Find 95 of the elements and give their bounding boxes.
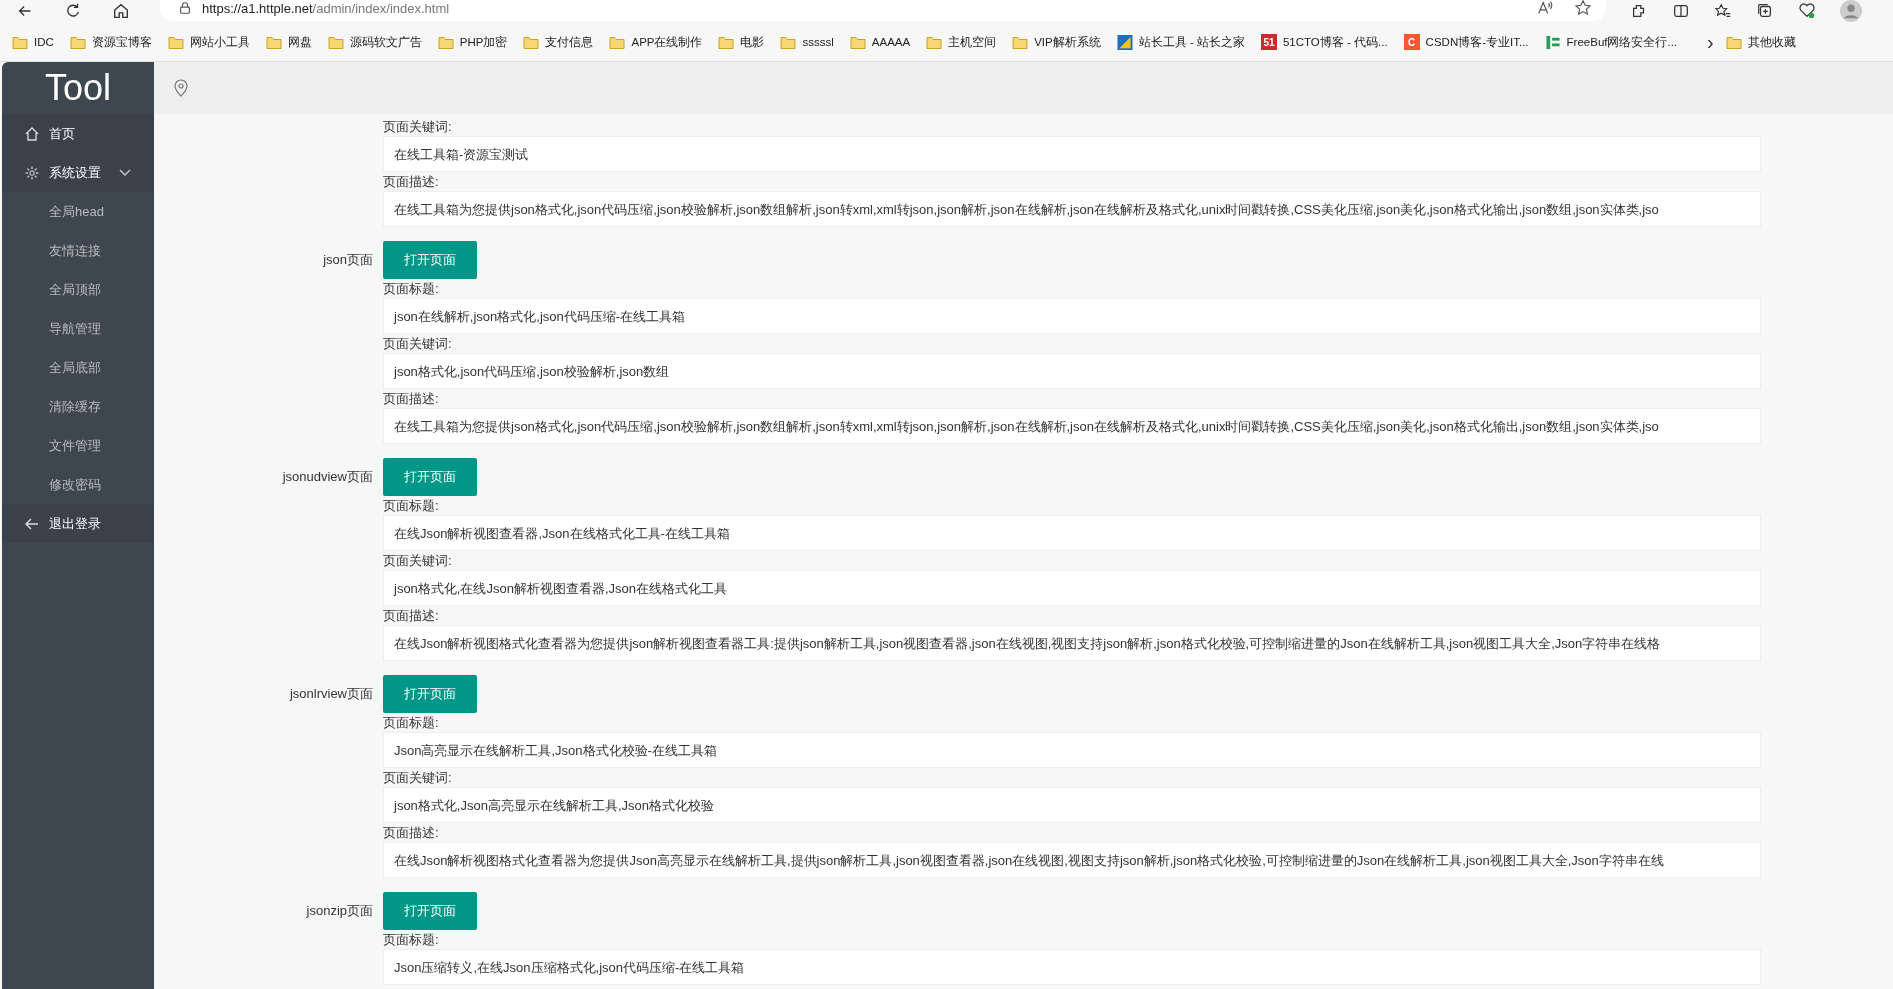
submenu-item[interactable]: 导航管理 (2, 309, 154, 348)
input-field[interactable]: json在线解析,json格式化,json代码压缩-在线工具箱 (383, 298, 1761, 334)
folder-icon (926, 34, 943, 50)
menu-item[interactable]: 系统设置 (2, 153, 154, 192)
bookmark[interactable]: 源码软文广告 (327, 34, 422, 50)
input-field[interactable]: 在线Json解析视图格式化查看器为您提供json解析视图查看器工具:提供json解析工具,json视图查看器,json在线视图,视图支持json解析,json格式化校验,可控制缩进量的Json在线解析工具,json视图工具大全,Json字符串在线格 (383, 625, 1761, 661)
folder-icon (12, 34, 28, 50)
folder-icon (167, 34, 184, 50)
input-field[interactable]: json格式化,json代码压缩,json校验解析,json数组 (383, 353, 1761, 389)
bookmark[interactable]: 网站小工具 (167, 34, 250, 50)
field-label: 页面描述: (383, 173, 440, 191)
refresh-icon[interactable] (64, 2, 82, 20)
menu-item[interactable]: 退出登录 (2, 504, 154, 543)
bookmark[interactable]: PHP加密 (437, 34, 508, 50)
input-field[interactable]: 在线工具箱为您提供json格式化,json代码压缩,json校验解析,json数组解析,json转xml,xml转json,json解析,json在线解析,json在线解析及格式化,unix时间戳转换,CSS美化压缩,json美化,json格式化输出,json数组,json实体类,jso (383, 191, 1761, 227)
input-field[interactable]: 在线工具箱-资源宝测试 (383, 136, 1761, 172)
bookmark[interactable]: C CSDN博客-专业IT... (1403, 34, 1529, 50)
folder-icon (437, 34, 454, 50)
bookmark[interactable]: IDC (12, 34, 54, 50)
page-name-label: jsonlrview页面 (288, 685, 374, 703)
bookmark[interactable]: 资源宝博客 (69, 34, 152, 50)
folder-icon (718, 34, 735, 50)
field-label: 页面标题: (383, 280, 440, 298)
submenu-item[interactable]: 文件管理 (2, 426, 154, 465)
split-screen-icon[interactable] (1672, 2, 1690, 20)
avatar-icon[interactable] (1840, 0, 1862, 22)
location-pin-icon[interactable] (174, 79, 188, 97)
field-label: 页面标题: (383, 714, 440, 732)
favorites-icon[interactable] (1714, 2, 1732, 20)
bookmark[interactable]: 其他收藏 (1725, 34, 1796, 50)
folder-icon (780, 34, 797, 50)
open-page-button[interactable]: 打开页面 (383, 892, 477, 930)
folder-icon (69, 34, 86, 50)
bookmark[interactable]: 网盘 (265, 34, 312, 50)
page-name-label: jsonudview页面 (281, 468, 374, 486)
field-label: 页面描述: (383, 607, 440, 625)
folder-icon (1725, 34, 1742, 50)
bookmark[interactable]: 电影 (718, 34, 765, 50)
folder-icon (1012, 34, 1029, 50)
logo: Tool (43, 66, 112, 110)
bookmark[interactable]: 站长工具 - 站长之家 (1116, 34, 1245, 50)
input-field[interactable]: json格式化,在线Json解析视图查看器,Json在线格式化工具 (383, 570, 1761, 606)
field-label: 页面标题: (383, 931, 440, 949)
health-icon[interactable] (1798, 2, 1816, 20)
bookmark[interactable]: 51 51CTO博客 - 代码... (1260, 34, 1388, 50)
field-label: 页面关键词: (383, 118, 453, 136)
home-icon[interactable] (112, 2, 130, 20)
submenu-item[interactable]: 全局底部 (2, 348, 154, 387)
page-name-label: json页面 (322, 251, 374, 269)
input-field[interactable]: Json压缩转义,在线Json压缩格式化,json代码压缩-在线工具箱 (383, 949, 1761, 985)
input-field[interactable]: 在线Json解析视图格式化查看器为您提供Json高亮显示在线解析工具,提供json解析工具,json视图查看器,json在线视图,视图支持json解析,json格式化校验,可控制缩进量的Json在线解析工具,json视图工具大全,Json字符串在线 (383, 842, 1761, 878)
star-icon[interactable] (1574, 0, 1592, 17)
field-label: 页面标题: (383, 497, 440, 515)
folder-icon (609, 34, 626, 50)
input-field[interactable]: 在线工具箱为您提供json格式化,json代码压缩,json校验解析,json数组解析,json转xml,xml转json,json解析,json在线解析,json在线解析及格式化,unix时间戳转换,CSS美化压缩,json美化,json格式化输出,json数组,json实体类,jso (383, 408, 1761, 444)
field-label: 页面关键词: (383, 335, 453, 353)
submenu-item[interactable]: 友情连接 (2, 231, 154, 270)
folder-icon (327, 34, 344, 50)
field-label: 页面描述: (383, 824, 440, 842)
folder-icon (265, 34, 282, 50)
site-logo: 51 (1260, 34, 1277, 50)
field-label: 页面关键词: (383, 552, 453, 570)
submenu-item[interactable]: 修改密码 (2, 465, 154, 504)
more-bookmarks-chevron[interactable]: › (1707, 30, 1714, 54)
open-page-button[interactable]: 打开页面 (383, 675, 477, 713)
folder-icon (523, 34, 540, 50)
submenu-item[interactable]: 全局head (2, 192, 154, 231)
bookmark[interactable]: sssssl (780, 34, 834, 50)
address-bar[interactable]: https://a1.httple.net/admin/index/index.html (160, 0, 1606, 21)
input-field[interactable]: 在线Json解析视图查看器,Json在线格式化工具-在线工具箱 (383, 515, 1761, 551)
open-page-button[interactable]: 打开页面 (383, 458, 477, 496)
field-label: 页面描述: (383, 390, 440, 408)
page-name-label: jsonzip页面 (305, 902, 374, 920)
bookmark[interactable]: APP在线制作 (609, 34, 703, 50)
home-icon (24, 125, 40, 142)
bookmark[interactable]: 支付信息 (523, 34, 594, 50)
bookmark[interactable]: AAAAA (849, 34, 911, 50)
input-field[interactable]: json格式化,Json高亮显示在线解析工具,Json格式化校验 (383, 787, 1761, 823)
lock-icon (178, 1, 192, 15)
field-label: 页面关键词: (383, 769, 453, 787)
open-page-button[interactable]: 打开页面 (383, 241, 477, 279)
bookmark[interactable]: VIP解析系统 (1012, 34, 1101, 50)
settings-icon (24, 164, 40, 181)
input-field[interactable]: Json高亮显示在线解析工具,Json格式化校验-在线工具箱 (383, 732, 1761, 768)
submenu-item[interactable]: 全局顶部 (2, 270, 154, 309)
menu-item[interactable]: 首页 (2, 114, 154, 153)
bookmark[interactable]: 主机空间 (926, 34, 997, 50)
bars-logo-icon (1544, 34, 1561, 50)
folder-icon (849, 34, 866, 50)
bookmark[interactable]: FreeBuf网络安全行... (1544, 34, 1678, 50)
chevron-icon (119, 168, 131, 177)
site-logo: C (1403, 34, 1420, 50)
submenu-item[interactable]: 清除缓存 (2, 387, 154, 426)
collections-icon[interactable] (1756, 2, 1774, 20)
site-logo-icon (1116, 34, 1133, 50)
